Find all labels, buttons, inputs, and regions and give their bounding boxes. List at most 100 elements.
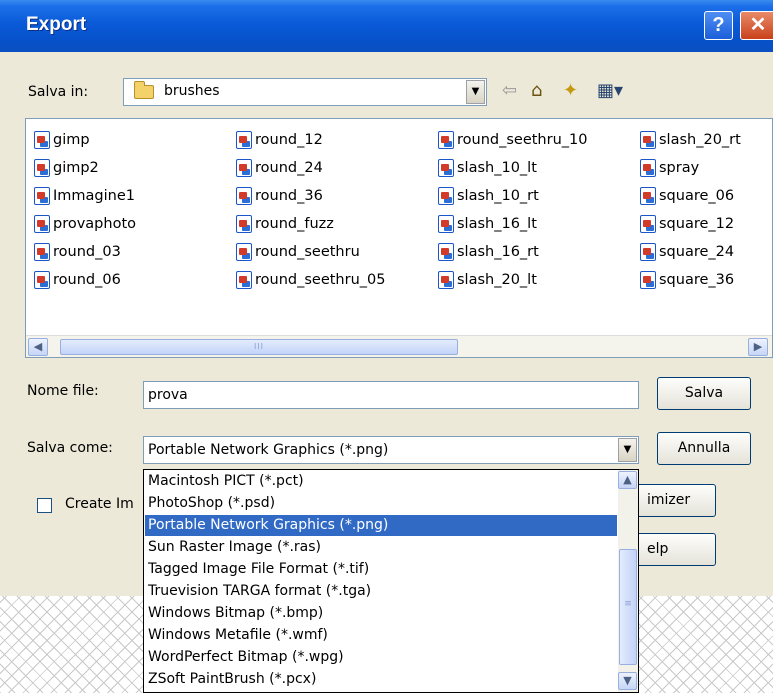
image-file-icon <box>34 159 50 177</box>
image-file-icon <box>236 215 252 233</box>
save-in-combobox[interactable]: brushes ▼ <box>123 78 487 106</box>
window-title: Export <box>26 14 87 35</box>
file-item[interactable]: round_seethru_10 <box>438 129 587 151</box>
horizontal-scrollbar[interactable]: ◀ III ▶ <box>26 335 772 357</box>
file-name: square_24 <box>659 244 735 260</box>
title-bar[interactable]: Export ? ✕ <box>0 0 773 52</box>
file-item[interactable]: round_06 <box>34 269 121 291</box>
close-button[interactable]: ✕ <box>740 11 773 40</box>
file-item[interactable]: slash_16_rt <box>438 241 539 263</box>
format-option[interactable]: ZSoft PaintBrush (*.pcx) <box>145 669 617 690</box>
file-item[interactable]: round_36 <box>236 185 323 207</box>
file-name: round_24 <box>255 160 323 176</box>
file-item[interactable]: round_12 <box>236 129 323 151</box>
file-item[interactable]: round_fuzz <box>236 213 334 235</box>
file-name: slash_10_rt <box>457 188 539 204</box>
create-checkbox-label: Create Im <box>65 496 134 512</box>
file-item[interactable]: round_seethru_05 <box>236 269 385 291</box>
file-name: slash_20_rt <box>659 132 741 148</box>
image-file-icon <box>640 159 656 177</box>
cancel-button[interactable]: Annulla <box>657 432 751 465</box>
chevron-down-icon[interactable]: ▼ <box>618 438 637 462</box>
save-as-dropdown-list[interactable]: Macintosh PICT (*.pct) PhotoShop (*.psd) P… <box>143 469 639 693</box>
current-folder: brushes <box>164 83 220 99</box>
file-name: round_seethru <box>255 244 360 260</box>
help-title-button[interactable]: ? <box>704 11 733 40</box>
file-item[interactable]: slash_16_lt <box>438 213 537 235</box>
file-item[interactable]: spray <box>640 157 699 179</box>
image-file-icon <box>438 187 454 205</box>
save-in-label: Salva in: <box>28 84 89 100</box>
file-item[interactable]: square_06 <box>640 185 734 207</box>
file-name: provaphoto <box>53 216 137 232</box>
file-item[interactable]: round_seethru <box>236 241 360 263</box>
format-option[interactable]: PhotoShop (*.psd) <box>145 493 617 514</box>
file-item[interactable]: gimp <box>34 129 90 151</box>
chevron-down-icon[interactable]: ▼ <box>466 80 485 104</box>
file-item[interactable]: slash_10_rt <box>438 185 539 207</box>
image-file-icon <box>236 131 252 149</box>
image-file-icon <box>438 159 454 177</box>
file-item[interactable]: square_12 <box>640 213 734 235</box>
file-item[interactable]: slash_20_lt <box>438 269 537 291</box>
format-option[interactable]: Sun Raster Image (*.ras) <box>145 537 617 558</box>
vertical-scrollbar[interactable]: ▲ ≡ ▼ <box>618 470 638 692</box>
view-menu-icon[interactable]: ▦▾ <box>597 80 623 102</box>
file-name: slash_20_lt <box>457 272 537 288</box>
format-option[interactable]: Truevision TARGA format (*.tga) <box>145 581 617 602</box>
file-name: round_seethru_05 <box>255 272 386 288</box>
file-name: gimp2 <box>53 160 99 176</box>
image-file-icon <box>640 187 656 205</box>
file-name: slash_16_lt <box>457 216 537 232</box>
file-name: round_06 <box>53 272 121 288</box>
image-file-icon <box>640 131 656 149</box>
file-name: round_fuzz <box>255 216 334 232</box>
save-as-select[interactable]: Portable Network Graphics (*.png) ▼ <box>143 436 639 464</box>
image-file-icon <box>34 187 50 205</box>
image-file-icon <box>236 271 252 289</box>
image-file-icon <box>438 215 454 233</box>
file-item[interactable]: square_36 <box>640 269 734 291</box>
file-item[interactable]: Immagine1 <box>34 185 135 207</box>
file-name: square_12 <box>659 216 735 232</box>
image-file-icon <box>438 131 454 149</box>
format-option[interactable]: Windows Bitmap (*.bmp) <box>145 603 617 624</box>
scroll-thumb[interactable]: III <box>60 339 458 355</box>
image-file-icon <box>236 187 252 205</box>
scroll-right-icon[interactable]: ▶ <box>748 338 768 356</box>
format-option[interactable]: Portable Network Graphics (*.png) <box>145 515 617 536</box>
filename-field[interactable]: prova <box>143 381 639 409</box>
image-file-icon <box>640 215 656 233</box>
file-item[interactable]: slash_10_lt <box>438 157 537 179</box>
image-file-icon <box>34 243 50 261</box>
back-arrow-icon[interactable]: ⇦ <box>502 80 517 102</box>
file-name: Immagine1 <box>53 188 135 204</box>
file-name: square_36 <box>659 272 735 288</box>
file-name: slash_10_lt <box>457 160 537 176</box>
file-item[interactable]: square_24 <box>640 241 734 263</box>
file-item[interactable]: gimp2 <box>34 157 99 179</box>
image-file-icon <box>34 215 50 233</box>
file-item[interactable]: slash_20_rt <box>640 129 741 151</box>
file-item[interactable]: round_24 <box>236 157 323 179</box>
format-option[interactable]: Tagged Image File Format (*.tif) <box>145 559 617 580</box>
format-option[interactable]: Macintosh PICT (*.pct) <box>145 471 617 492</box>
file-name: slash_16_rt <box>457 244 539 260</box>
new-folder-icon[interactable]: ✦ <box>563 80 578 102</box>
file-list[interactable]: gimp gimp2 Immagine1 provaphoto round_03 roun… <box>25 118 773 358</box>
save-as-value: Portable Network Graphics (*.png) <box>148 442 389 458</box>
scroll-left-icon[interactable]: ◀ <box>28 338 48 356</box>
scroll-down-icon[interactable]: ▼ <box>618 672 637 690</box>
format-option[interactable]: WordPerfect Bitmap (*.wpg) <box>145 647 617 668</box>
format-option[interactable]: Windows Metafile (*.wmf) <box>145 625 617 646</box>
file-item[interactable]: provaphoto <box>34 213 136 235</box>
file-item[interactable]: round_03 <box>34 241 121 263</box>
filename-label: Nome file: <box>27 383 99 399</box>
create-checkbox[interactable] <box>37 498 52 513</box>
scroll-thumb[interactable]: ≡ <box>619 549 637 665</box>
scroll-up-icon[interactable]: ▲ <box>618 471 637 489</box>
save-as-label: Salva come: <box>27 440 113 456</box>
up-folder-icon[interactable]: ⌂ <box>531 80 542 102</box>
save-button[interactable]: Salva <box>657 377 751 410</box>
image-file-icon <box>640 271 656 289</box>
